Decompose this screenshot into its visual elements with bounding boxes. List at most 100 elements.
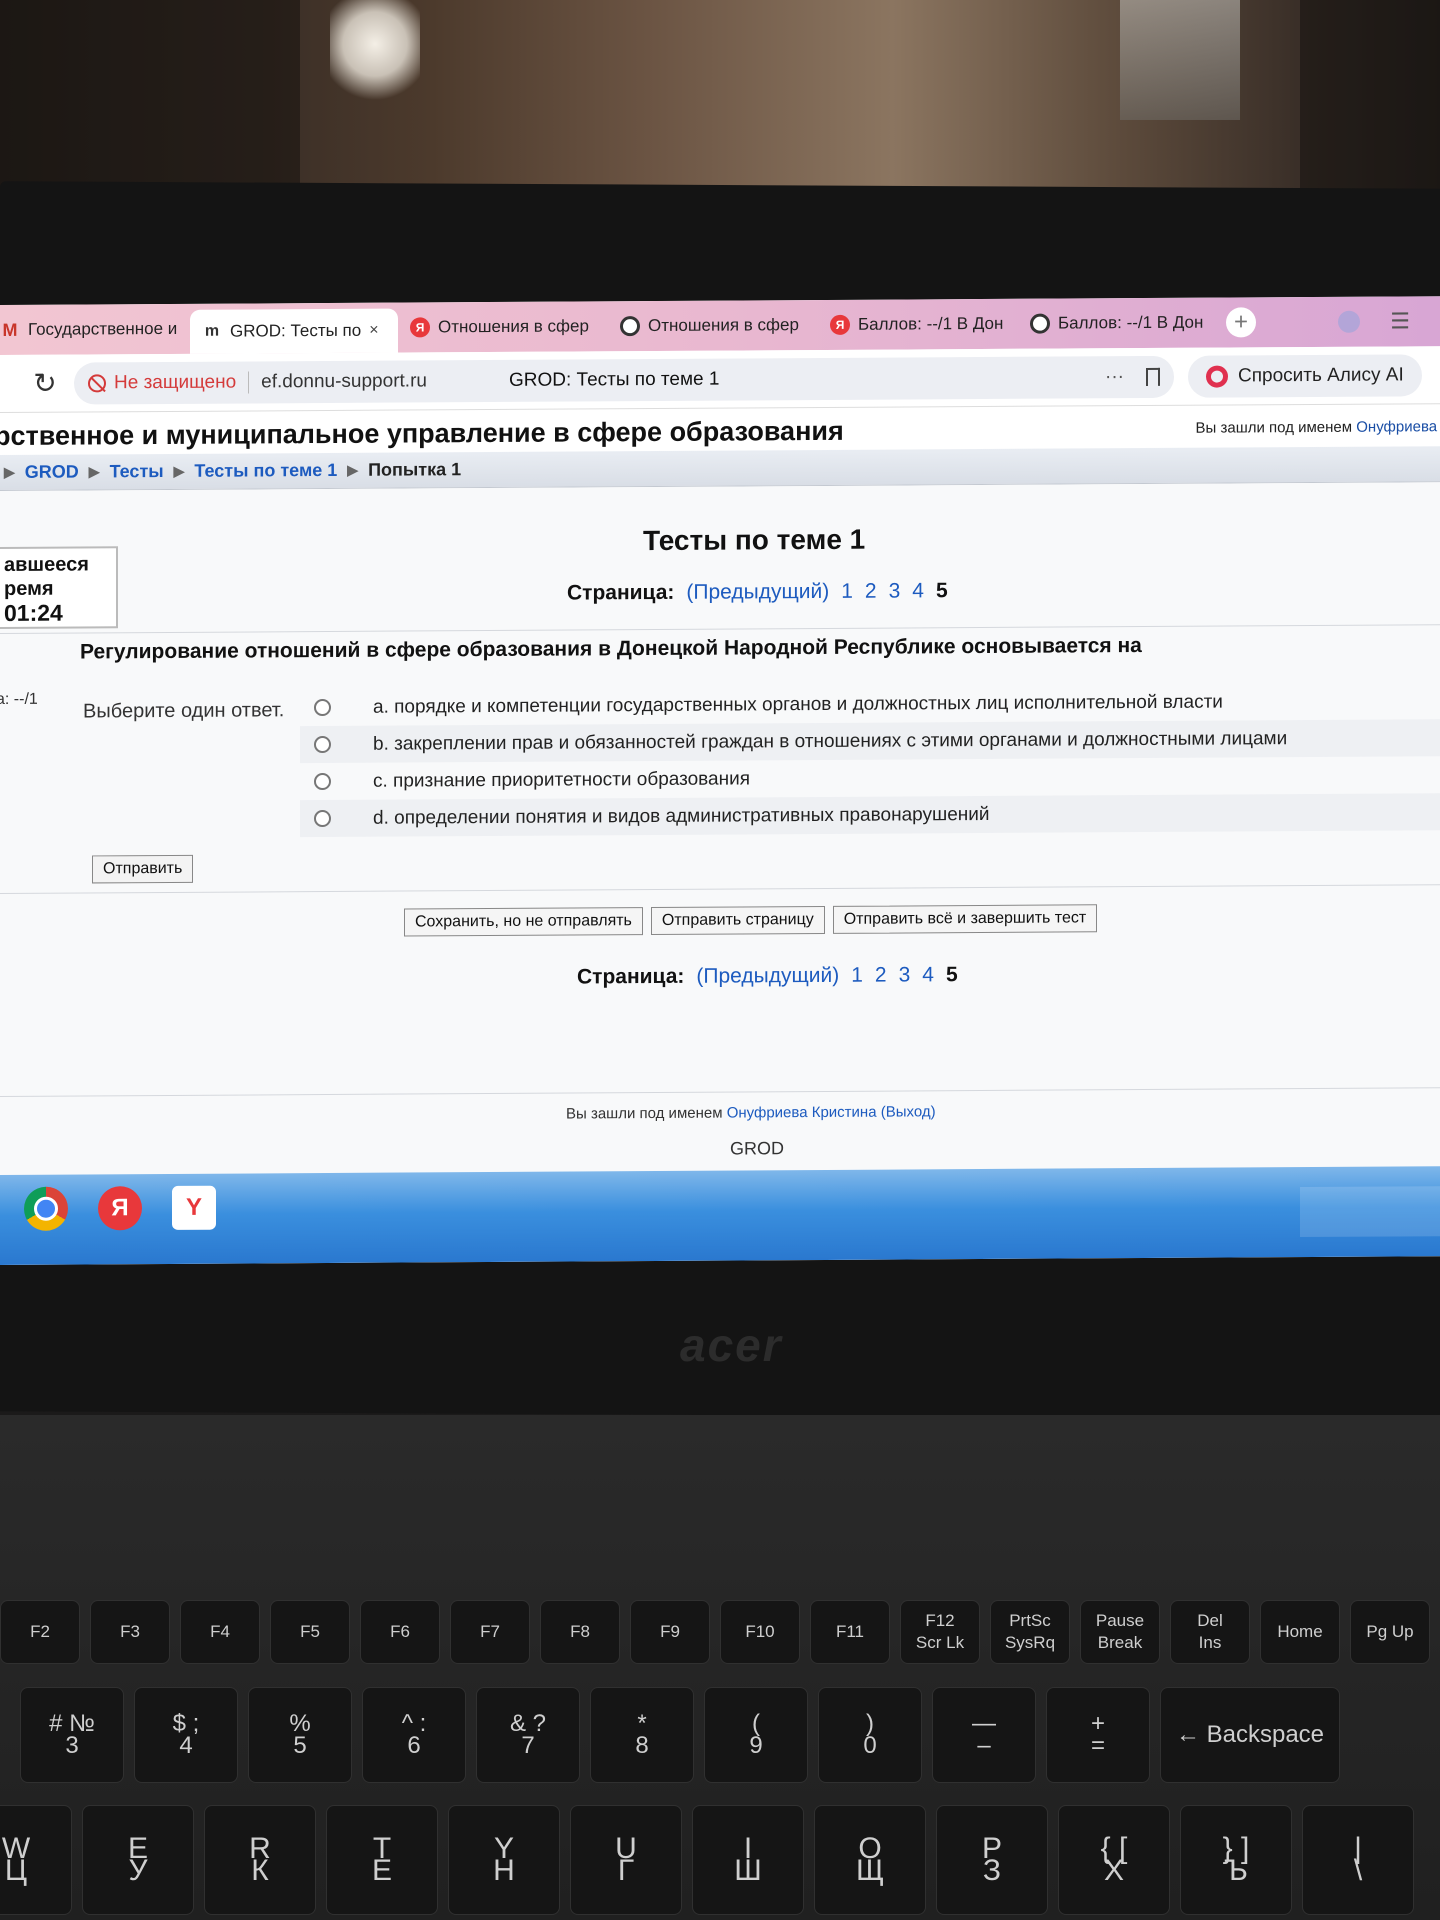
keyboard-key[interactable]: Home [1260,1600,1340,1664]
keyboard-key[interactable]: F6 [360,1600,440,1664]
keyboard-key[interactable]: R К [204,1805,316,1915]
keyboard-key[interactable]: E У [82,1805,194,1915]
keyboard-key[interactable]: P З [936,1805,1048,1915]
laptop-screen: M Государственное и m GROD: Тесты по × Я… [0,296,1440,1265]
breadcrumb-topic-tests[interactable]: Тесты по теме 1 [194,460,337,482]
bookmark-icon[interactable] [1146,367,1160,386]
reload-icon[interactable]: ↻ [30,367,60,400]
answer-option-d[interactable]: d. определении понятия и видов администр… [300,793,1440,838]
timer-value: 01:24 [4,599,63,626]
pager-page-link[interactable]: 1 [851,964,863,988]
keyboard-key[interactable]: T Е [326,1805,438,1915]
pager-page-link[interactable]: 4 [922,963,934,987]
yandex-browser-icon[interactable]: Y [172,1185,216,1230]
pager-page-link[interactable]: 3 [899,963,911,987]
footer-site-link[interactable]: GROD [730,1138,784,1159]
keyboard-key[interactable]: } ] Ъ [1180,1805,1292,1915]
pager-bottom: Страница: (Предыдущий) 1 2 3 4 5 [577,963,958,989]
profile-icon[interactable] [1338,310,1361,333]
keyboard-key[interactable]: Y Н [448,1805,560,1915]
breadcrumb-grod[interactable]: GROD [25,462,79,483]
keyboard-key[interactable]: U Г [570,1805,682,1915]
keyboard-key[interactable]: F3 [90,1600,170,1664]
tab-gosudarstvennoe[interactable]: M Государственное и [0,309,190,350]
chrome-icon[interactable] [24,1186,68,1231]
keyboard-key[interactable]: | \ [1302,1805,1414,1915]
keyboard-key[interactable]: W Ц [0,1805,72,1915]
not-secure-icon [88,373,106,392]
keyboard-key[interactable]: F10 [720,1600,800,1664]
keyboard-key[interactable]: $ ; 4 [134,1687,238,1783]
system-tray[interactable] [1300,1186,1440,1238]
tab-ballov-2[interactable]: Баллов: --/1 В Дон [1018,303,1218,344]
keyboard-key[interactable]: O Щ [814,1805,926,1915]
keyboard-key[interactable]: F5 [270,1600,350,1664]
breadcrumb-tests[interactable]: Тесты [110,461,164,482]
ask-alice-button[interactable]: Спросить Алису AI [1188,353,1422,398]
taskbar-icons: Я Y [24,1185,216,1231]
keyboard-key[interactable]: F8 [540,1600,620,1664]
submit-page-button[interactable]: Отправить страницу [650,905,825,936]
tab-grod-tests[interactable]: m GROD: Тесты по × [190,308,398,354]
keyboard-key[interactable]: I Ш [692,1805,804,1915]
keyboard-key[interactable]: F2 [0,1600,80,1664]
room-background [0,0,1440,200]
keyboard-key[interactable]: ) 0 [818,1687,922,1783]
keyboard-key[interactable]: { [ Х [1058,1805,1170,1915]
radio-button[interactable] [314,809,331,828]
keyboard-key[interactable]: ^ : 6 [362,1687,466,1783]
submit-all-finish-button[interactable]: Отправить всё и завершить тест [832,904,1098,934]
keyboard-key[interactable]: F7 [450,1600,530,1664]
pager-previous-link[interactable]: (Предыдущий) [696,964,839,989]
radio-button[interactable] [314,698,331,717]
keyboard-key[interactable]: F9 [630,1600,710,1664]
divider [0,624,1440,634]
function-key-row: F2 F3 F4 F5 F6 F7 F8 F9 F10 F11 F12 Scr Lk PrtSc Sy… [0,1600,1430,1664]
keyboard-key[interactable]: + = [1046,1687,1150,1783]
keyboard-key[interactable]: # № 3 [20,1687,124,1783]
pager-page-link[interactable]: 4 [912,579,924,603]
pager-page-link[interactable]: 1 [841,580,853,604]
keyboard-key[interactable]: % 5 [248,1687,352,1783]
new-tab-button[interactable]: + [1226,307,1256,338]
pager-page-link[interactable]: 2 [865,580,877,604]
keyboard-key[interactable]: ← Backspace [1160,1687,1340,1783]
submit-question-button[interactable]: Отправить [92,854,194,884]
keyboard-key[interactable]: PrtSc SysRq [990,1600,1070,1664]
keyboard-key[interactable]: F11 [810,1600,890,1664]
quiz-content: авшееся ремя 01:24 Тесты по теме 1 Стран… [0,482,1440,1191]
footer-user-link[interactable]: Онуфриева Кристина [727,1104,877,1122]
pager-page-link[interactable]: 2 [875,964,887,988]
radio-button[interactable] [314,735,331,754]
pager-page-link[interactable]: 3 [889,580,901,604]
footer-logged-prefix: Вы зашли под именем [566,1104,727,1123]
url-field[interactable]: Не защищено ef.donnu-support.ru GROD: Те… [74,355,1174,405]
security-indicator[interactable]: Не защищено [88,371,236,394]
keyboard-key[interactable]: F4 [180,1600,260,1664]
yandex-icon[interactable]: Я [98,1186,142,1231]
close-tab-icon[interactable]: × [369,322,378,340]
ask-alice-label: Спросить Алису AI [1238,363,1404,386]
logout-link[interactable]: (Выход) [881,1103,936,1120]
keyboard-key[interactable]: Del Ins [1170,1600,1250,1664]
room-window [1120,0,1240,120]
keyboard-key[interactable]: F12 Scr Lk [900,1600,980,1664]
pager-previous-link[interactable]: (Предыдущий) [686,580,829,605]
tab-otnosheniya-2[interactable]: Отношения в сфер [608,305,818,346]
keyboard-key[interactable]: ( 9 [704,1687,808,1783]
keyboard-key[interactable]: * 8 [590,1687,694,1783]
tab-ballov-1[interactable]: Я Баллов: --/1 В Дон [818,304,1018,345]
radio-button[interactable] [314,772,331,791]
user-profile-link[interactable]: Онуфриева К [1356,418,1440,436]
timer-box: авшееся ремя 01:24 [0,546,118,630]
keyboard-key[interactable]: & ? 7 [476,1687,580,1783]
yandex-icon: Я [830,314,850,335]
more-icon[interactable]: ··· [1105,366,1124,388]
keyboard-key[interactable]: — – [932,1687,1036,1783]
save-without-submit-button[interactable]: Сохранить, но не отправлять [404,907,643,937]
tab-otnosheniya-1[interactable]: Я Отношения в сфер [398,306,608,347]
keyboard-key[interactable]: Pg Up [1350,1600,1430,1664]
keyboard-key[interactable]: Pause Break [1080,1600,1160,1664]
breadcrumb-current: Попытка 1 [368,459,462,480]
menu-icon[interactable]: ☰ [1390,308,1410,334]
